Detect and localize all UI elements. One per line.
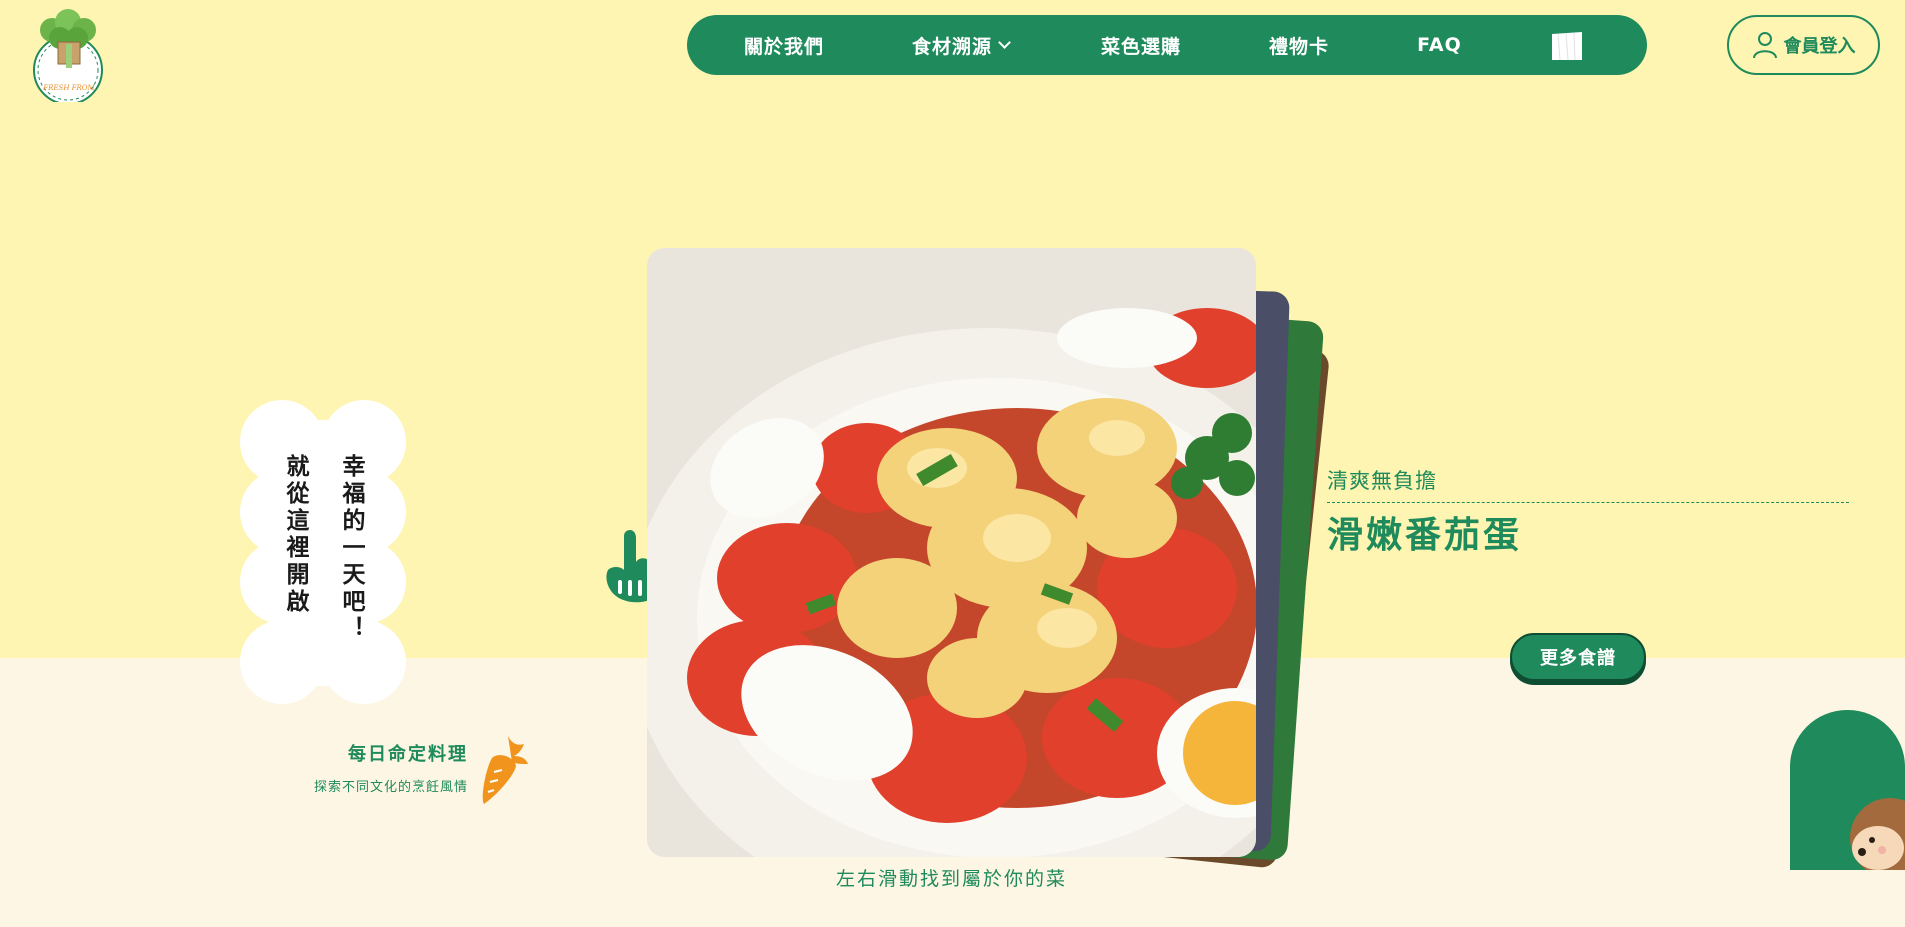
logo-text: FRESH FROM [43, 84, 95, 92]
nav-label: 禮物卡 [1269, 35, 1330, 58]
brand-logo[interactable]: FRESH FROM [30, 8, 108, 105]
chevron-down-icon [998, 36, 1011, 49]
main-nav: 關於我們 食材溯源 菜色選購 禮物卡 FAQ [687, 15, 1647, 75]
dish-subtitle: 清爽無負擔 [1327, 469, 1437, 493]
nav-label: 關於我們 [744, 35, 825, 58]
more-recipes-button[interactable]: 更多食譜 [1510, 633, 1646, 681]
login-label: 會員登入 [1783, 36, 1856, 57]
nav-item-about[interactable]: 關於我們 [744, 32, 824, 59]
member-login-button[interactable]: 會員登入 [1727, 15, 1880, 75]
hedgehog-mascot-icon [1850, 798, 1905, 870]
dish-card-main[interactable] [647, 248, 1256, 857]
nav-item-dish-shopping[interactable]: 菜色選購 [1101, 32, 1181, 59]
dish-photo [647, 248, 1256, 857]
daily-dish-caption: 每日命定料理 探索不同文化的烹飪風情 [300, 740, 468, 795]
nav-label: FAQ [1417, 34, 1462, 56]
more-recipes-label: 更多食譜 [1540, 648, 1616, 669]
hero-cloud-tagline: 幸福的一天吧！ 就從這裡開啟 [240, 400, 406, 706]
dish-divider [1327, 502, 1849, 503]
nav-label: 菜色選購 [1101, 35, 1182, 58]
nav-label: 食材溯源 [912, 35, 993, 58]
daily-title: 每日命定料理 [348, 744, 468, 765]
nav-item-ingredient-source[interactable]: 食材溯源 [912, 32, 1011, 59]
nav-item-faq[interactable]: FAQ [1417, 34, 1462, 56]
carrot-icon [478, 734, 530, 806]
user-icon [1752, 31, 1778, 59]
tagline-column-1: 幸福的一天吧！ [338, 454, 364, 643]
shopping-bag-icon[interactable] [1548, 28, 1586, 62]
mascot-widget[interactable] [1790, 710, 1905, 870]
dish-title: 滑嫩番茄蛋 [1327, 515, 1523, 556]
swipe-hint: 左右滑動找到屬於你的菜 [835, 868, 1067, 890]
daily-subtitle: 探索不同文化的烹飪風情 [313, 780, 468, 795]
nav-item-gift-card[interactable]: 禮物卡 [1269, 32, 1329, 59]
tagline-column-2: 就從這裡開啟 [282, 454, 308, 616]
